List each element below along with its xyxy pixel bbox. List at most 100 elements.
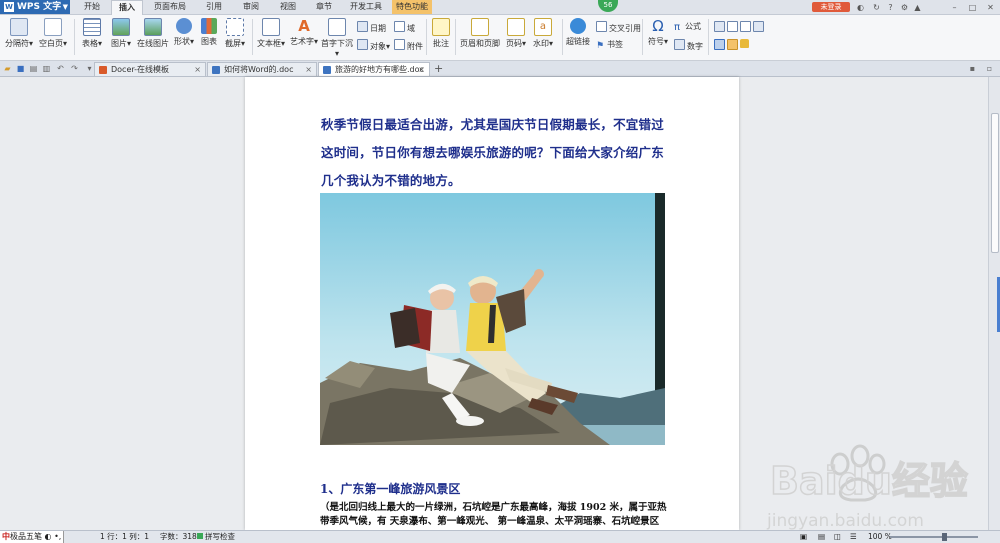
section-body[interactable]: （是北回归线上最大的一片绿洲，石坑崆是广东最高峰，海拔 1902 米，属于亚热带…	[320, 501, 670, 528]
tab-special-features[interactable]: 特色功能	[392, 0, 432, 14]
wordart-button[interactable]: A 艺术字▾	[290, 18, 318, 47]
globe-link-icon	[570, 18, 586, 34]
collapse-ribbon-icon[interactable]: ▲	[913, 3, 922, 12]
online-picture-label: 在线图片	[137, 39, 169, 48]
form-field-icon[interactable]	[714, 39, 727, 51]
number-label: 数字	[687, 42, 703, 51]
restore-pane-icon[interactable]: ▫	[985, 64, 994, 73]
eraser-icon[interactable]	[727, 39, 740, 51]
picture-button[interactable]: 图片▾	[108, 18, 134, 49]
tab-word-doc[interactable]: 如何将Word的.doc ×	[207, 62, 317, 76]
tab-home[interactable]: 开始	[78, 0, 106, 14]
close-tab-icon[interactable]: ×	[305, 63, 312, 77]
attachment-button[interactable]: 附件	[394, 39, 423, 52]
dropcap-button[interactable]: 首字下沉▾	[320, 18, 354, 58]
chevron-down-icon: ▼	[62, 3, 68, 11]
object-icon	[357, 39, 368, 50]
blank-page-button[interactable]: 空白页▾	[38, 18, 68, 49]
tab-list-icon[interactable]: ▪	[968, 64, 977, 73]
print-icon[interactable]: ▤	[29, 64, 38, 73]
hikers-photo[interactable]	[320, 193, 665, 445]
document-page[interactable]: 秋季节假日最适合出游，尤其是国庆节日假期最长，不宜错过这时间，节日你有想去哪娱乐…	[245, 77, 739, 530]
section-heading[interactable]: 1、广东第一峰旅游风景区	[320, 480, 460, 497]
zoom-level[interactable]: 100 %	[868, 531, 892, 543]
comment-button[interactable]: 批注	[430, 18, 452, 49]
form-list-icon[interactable]	[727, 21, 740, 33]
login-button[interactable]: 未登录	[812, 2, 850, 12]
redo-icon[interactable]: ↷	[70, 64, 79, 73]
object-button[interactable]: 对象▾	[357, 39, 390, 52]
new-tab-icon[interactable]: +	[434, 62, 443, 75]
cross-reference-button[interactable]: 交叉引用	[596, 21, 641, 34]
notification-badge[interactable]: 56	[598, 0, 618, 12]
lock-icon[interactable]	[740, 39, 751, 49]
vertical-scrollbar[interactable]	[988, 77, 1000, 530]
customize-icon[interactable]: ▾	[85, 64, 94, 73]
refresh-icon[interactable]: ↻	[872, 3, 881, 12]
form-checkbox-icon[interactable]	[714, 21, 727, 33]
tab-view[interactable]: 视图	[274, 0, 302, 14]
help-icon[interactable]: ?	[886, 3, 895, 12]
spell-check-indicator[interactable]: 拼写检查	[197, 531, 235, 543]
screenshot-button[interactable]: 截屏▾	[222, 18, 248, 49]
calendar-icon	[357, 21, 368, 32]
shape-button[interactable]: 形状▾	[172, 18, 196, 47]
tab-docer-templates[interactable]: Docer-在线模板 ×	[94, 62, 206, 76]
settings-icon[interactable]: ⚙	[900, 3, 909, 12]
document-canvas[interactable]: 秋季节假日最适合出游，尤其是国庆节日假期最长，不宜错过这时间，节日你有想去哪娱乐…	[0, 77, 988, 530]
outline-view-icon[interactable]: ☰	[850, 531, 857, 543]
web-view-icon[interactable]: ◫	[834, 531, 841, 543]
date-button[interactable]: 日期	[357, 21, 386, 34]
open-folder-icon[interactable]: ▰	[3, 64, 12, 73]
save-icon[interactable]: ■	[16, 64, 25, 73]
docer-icon	[99, 66, 107, 74]
close-tab-icon[interactable]: ×	[418, 63, 425, 77]
undo-icon[interactable]: ↶	[56, 64, 65, 73]
symbol-button[interactable]: Ω 符号▾	[646, 18, 670, 47]
word-count[interactable]: 字数：318	[160, 531, 197, 543]
tab-page-layout[interactable]: 页面布局	[150, 0, 190, 14]
page-view-icon[interactable]: ▤	[818, 531, 825, 543]
tab-insert[interactable]: 插入	[111, 0, 143, 16]
ime-indicator[interactable]: 中极品五笔 ◐ •,	[0, 531, 65, 543]
pi-icon: π	[674, 22, 681, 33]
form-combo-icon[interactable]	[753, 21, 766, 33]
formula-button[interactable]: π 公式	[674, 21, 701, 33]
page-break-button[interactable]: 分隔符▾	[4, 18, 34, 49]
textbox-button[interactable]: 文本框▾	[256, 18, 286, 49]
tab-chapter[interactable]: 章节	[310, 0, 338, 14]
print-preview-icon[interactable]: ▥	[42, 64, 51, 73]
hyperlink-button[interactable]: 超链接	[566, 18, 590, 47]
tab-references[interactable]: 引用	[200, 0, 228, 14]
skin-icon[interactable]: ◐	[856, 3, 865, 12]
page-number-button[interactable]: 页码▾	[504, 18, 528, 49]
zoom-slider[interactable]	[890, 536, 978, 538]
tab-developer[interactable]: 开发工具	[345, 0, 387, 14]
check-icon	[197, 533, 203, 539]
close-tab-icon[interactable]: ×	[194, 63, 201, 77]
field-button[interactable]: 域	[394, 21, 415, 34]
close-icon[interactable]: ✕	[986, 3, 995, 12]
bookmark-button[interactable]: ⚑ 书签	[596, 39, 623, 51]
blank-page-icon	[44, 18, 62, 36]
tab-travel-doc[interactable]: 旅游的好地方有哪些.doc ×	[318, 62, 430, 76]
zoom-slider-knob[interactable]	[942, 533, 947, 541]
intro-paragraph[interactable]: 秋季节假日最适合出游，尤其是国庆节日假期最长，不宜错过这时间，节日你有想去哪娱乐…	[321, 111, 671, 195]
minimize-icon[interactable]: –	[950, 3, 959, 12]
scrollbar-thumb[interactable]	[991, 113, 999, 253]
wordart-icon: A	[298, 17, 310, 35]
maximize-icon[interactable]: □	[968, 3, 977, 12]
fullscreen-view-icon[interactable]: ▣	[800, 531, 807, 543]
number-button[interactable]: 数字	[674, 39, 703, 52]
app-menu-button[interactable]: W WPS 文字 ▼	[0, 0, 70, 14]
ribbon-divider	[642, 19, 643, 55]
chart-button[interactable]: 图表	[198, 18, 220, 47]
header-footer-button[interactable]: 页眉和页脚	[459, 18, 501, 49]
form-check-icon[interactable]	[740, 21, 753, 33]
tab-review[interactable]: 审阅	[237, 0, 265, 14]
wps-logo-icon: W	[4, 2, 14, 12]
table-button[interactable]: 表格▾	[80, 18, 104, 49]
watermark-button[interactable]: a 水印▾	[531, 18, 555, 49]
dropcap-label: 首字下沉	[321, 39, 353, 48]
online-picture-button[interactable]: 在线图片	[136, 18, 170, 49]
